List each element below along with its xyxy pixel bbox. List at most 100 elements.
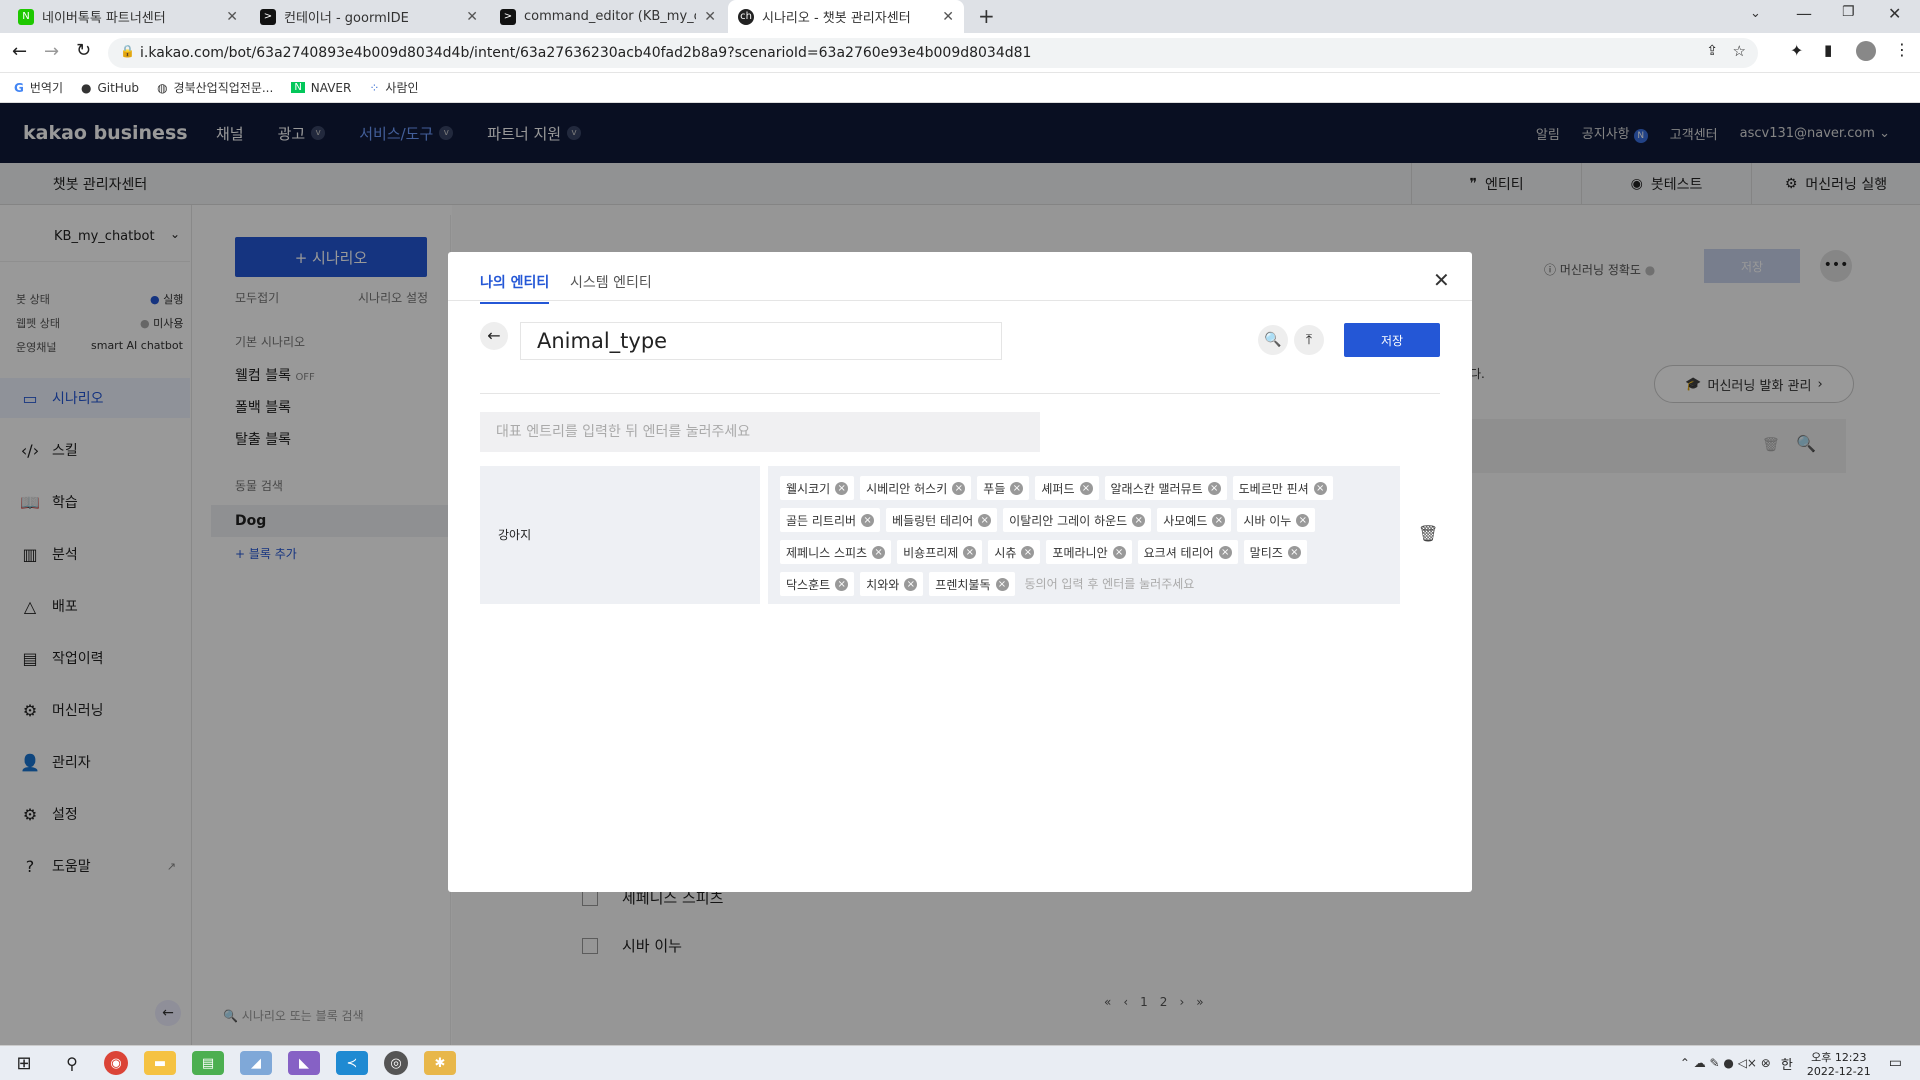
notepad-icon[interactable]: ▤	[192, 1051, 224, 1075]
close-tab-icon[interactable]: ✕	[704, 9, 716, 25]
remove-chip-icon[interactable]: ×	[963, 545, 977, 559]
remove-chip-icon[interactable]: ×	[861, 513, 875, 527]
tab-title: 시나리오 - 챗봇 관리자센터	[762, 11, 911, 26]
reload-icon[interactable]: ↻	[76, 40, 91, 61]
synonym-chip[interactable]: 프렌치불독 ×	[929, 572, 1015, 596]
close-tab-icon[interactable]: ✕	[466, 9, 478, 25]
bookmark-item[interactable]: ⁘ 사람인	[369, 79, 418, 96]
notification-center-icon[interactable]: ▭	[1889, 1055, 1902, 1071]
close-tab-icon[interactable]: ✕	[942, 9, 954, 25]
tray-icons[interactable]: ⌃ ☁ ✎ ● ◁× ⊗	[1680, 1056, 1771, 1070]
synonym-chip[interactable]: 닥스훈트 ×	[780, 572, 855, 596]
tab-search-chevron-icon[interactable]: ⌄	[1750, 6, 1761, 21]
window-close-icon[interactable]: ✕	[1888, 4, 1901, 23]
representative-entry[interactable]: 강아지	[480, 466, 760, 604]
synonym-list: 웰시코기 × 시베리안 허스키 × 푸들 × 셰퍼드 × 알래스칸 맬러뮤트 × 도베르만 핀셔 × 골…	[768, 466, 1400, 604]
synonym-chip[interactable]: 사모예드 ×	[1157, 508, 1232, 532]
bookmark-star-icon[interactable]: ☆	[1733, 42, 1746, 60]
bookmark-item[interactable]: ● GitHub	[81, 81, 139, 95]
bookmarks-bar: G 번역기 ● GitHub ◍ 경북산업직업전문... N NAVER ⁘ 사람인	[0, 73, 1920, 103]
tab-system-entity[interactable]: 시스템 엔티티	[570, 272, 652, 302]
synonym-chip[interactable]: 알래스칸 맬러뮤트 ×	[1104, 476, 1227, 500]
browser-tab[interactable]: > command_editor (KB_my_chatbc ✕	[490, 0, 726, 33]
app-icon[interactable]: ◢	[240, 1051, 272, 1075]
forward-icon[interactable]: →	[44, 41, 59, 62]
ime-indicator[interactable]: 한	[1781, 1054, 1793, 1073]
synonym-chip[interactable]: 비숑프리제 ×	[897, 540, 983, 564]
remove-chip-icon[interactable]: ×	[995, 577, 1009, 591]
vscode-icon[interactable]: ≺	[336, 1051, 368, 1075]
profile-avatar[interactable]	[1856, 41, 1876, 61]
remove-chip-icon[interactable]: ×	[835, 481, 849, 495]
chrome-icon[interactable]: ◉	[104, 1051, 128, 1075]
clock[interactable]: 오후 12:23 2022-12-21	[1807, 1049, 1871, 1078]
synonym-chip[interactable]: 도베르만 핀셔 ×	[1232, 476, 1333, 500]
remove-chip-icon[interactable]: ×	[1021, 545, 1035, 559]
synonym-chip[interactable]: 시츄 ×	[988, 540, 1041, 564]
synonym-chip[interactable]: 푸들 ×	[977, 476, 1030, 500]
side-panel-icon[interactable]: ▮	[1824, 41, 1832, 59]
remove-chip-icon[interactable]: ×	[835, 577, 849, 591]
representative-entry-input[interactable]: 대표 엔트리를 입력한 뒤 엔터를 눌러주세요	[480, 412, 1040, 452]
search-icon[interactable]: 🔍	[1258, 325, 1288, 355]
synonym-chip[interactable]: 요크셔 테리어 ×	[1137, 540, 1238, 564]
bookmark-item[interactable]: ◍ 경북산업직업전문...	[157, 79, 273, 96]
synonym-chip[interactable]: 웰시코기 ×	[780, 476, 855, 500]
synonym-label: 셰퍼드	[1041, 481, 1075, 496]
save-button[interactable]: 저장	[1344, 323, 1440, 357]
remove-chip-icon[interactable]: ×	[1132, 513, 1146, 527]
synonym-chip[interactable]: 제페니스 스피츠 ×	[780, 540, 892, 564]
visual-studio-icon[interactable]: ◣	[288, 1051, 320, 1075]
remove-chip-icon[interactable]: ×	[1218, 545, 1232, 559]
url-field[interactable]: 🔒 i.kakao.com/bot/63a2740893e4b009d8034d…	[108, 38, 1758, 68]
browser-tab[interactable]: N 네이버톡톡 파트너센터 ✕	[8, 0, 248, 33]
synonym-label: 요크셔 테리어	[1143, 545, 1214, 560]
github-icon: ●	[80, 80, 92, 95]
menu-kebab-icon[interactable]: ⋮	[1894, 40, 1910, 59]
browser-tab[interactable]: > 컨테이너 - goormIDE ✕	[250, 0, 488, 33]
trash-icon[interactable]: 🗑	[1418, 524, 1438, 543]
share-icon[interactable]: ⇪	[1706, 43, 1718, 59]
browser-tab-active[interactable]: ch 시나리오 - 챗봇 관리자센터 ✕	[728, 0, 964, 33]
remove-chip-icon[interactable]: ×	[978, 513, 992, 527]
file-explorer-icon[interactable]: ▬	[144, 1051, 176, 1075]
media-icon[interactable]: ◎	[384, 1051, 408, 1075]
windows-start-icon[interactable]: ⊞	[8, 1051, 40, 1075]
synonym-chip[interactable]: 포메라니안 ×	[1046, 540, 1132, 564]
new-tab-icon[interactable]: +	[978, 4, 995, 28]
synonym-chip[interactable]: 시베리안 허스키 ×	[860, 476, 972, 500]
synonym-chip[interactable]: 시바 이누 ×	[1237, 508, 1316, 532]
remove-chip-icon[interactable]: ×	[952, 481, 966, 495]
bookmark-item[interactable]: G 번역기	[14, 79, 63, 96]
remove-chip-icon[interactable]: ×	[1287, 545, 1301, 559]
remove-chip-icon[interactable]: ×	[1212, 513, 1226, 527]
tool-icon[interactable]: ✱	[424, 1051, 456, 1075]
synonym-chip[interactable]: 골든 리트리버 ×	[780, 508, 881, 532]
close-modal-icon[interactable]: ✕	[1433, 268, 1450, 292]
remove-chip-icon[interactable]: ×	[1313, 481, 1327, 495]
remove-chip-icon[interactable]: ×	[1207, 481, 1221, 495]
remove-chip-icon[interactable]: ×	[872, 545, 886, 559]
back-arrow-icon[interactable]: ←	[480, 322, 508, 350]
synonym-chip[interactable]: 셰퍼드 ×	[1035, 476, 1099, 500]
synonym-input[interactable]: 동의어 입력 후 엔터를 눌러주세요	[1025, 572, 1195, 596]
close-tab-icon[interactable]: ✕	[226, 9, 238, 25]
restore-icon[interactable]: ❐	[1842, 4, 1855, 20]
upload-icon[interactable]: ⤒	[1294, 325, 1324, 355]
bookmark-item[interactable]: N NAVER	[291, 81, 351, 95]
synonym-chip[interactable]: 이탈리안 그레이 하운드 ×	[1003, 508, 1152, 532]
remove-chip-icon[interactable]: ×	[1112, 545, 1126, 559]
remove-chip-icon[interactable]: ×	[904, 577, 918, 591]
remove-chip-icon[interactable]: ×	[1079, 481, 1093, 495]
search-icon[interactable]: ⚲	[56, 1051, 88, 1075]
remove-chip-icon[interactable]: ×	[1010, 481, 1024, 495]
back-icon[interactable]: ←	[12, 41, 27, 62]
synonym-label: 포메라니안	[1052, 545, 1108, 560]
extensions-icon[interactable]: ✦	[1790, 41, 1803, 60]
synonym-chip[interactable]: 치와와 ×	[860, 572, 924, 596]
synonym-chip[interactable]: 말티즈 ×	[1243, 540, 1307, 564]
remove-chip-icon[interactable]: ×	[1296, 513, 1310, 527]
minimize-icon[interactable]: —	[1796, 4, 1812, 23]
synonym-chip[interactable]: 베들링턴 테리어 ×	[886, 508, 998, 532]
entity-name-input[interactable]: Animal_type	[520, 322, 1002, 360]
